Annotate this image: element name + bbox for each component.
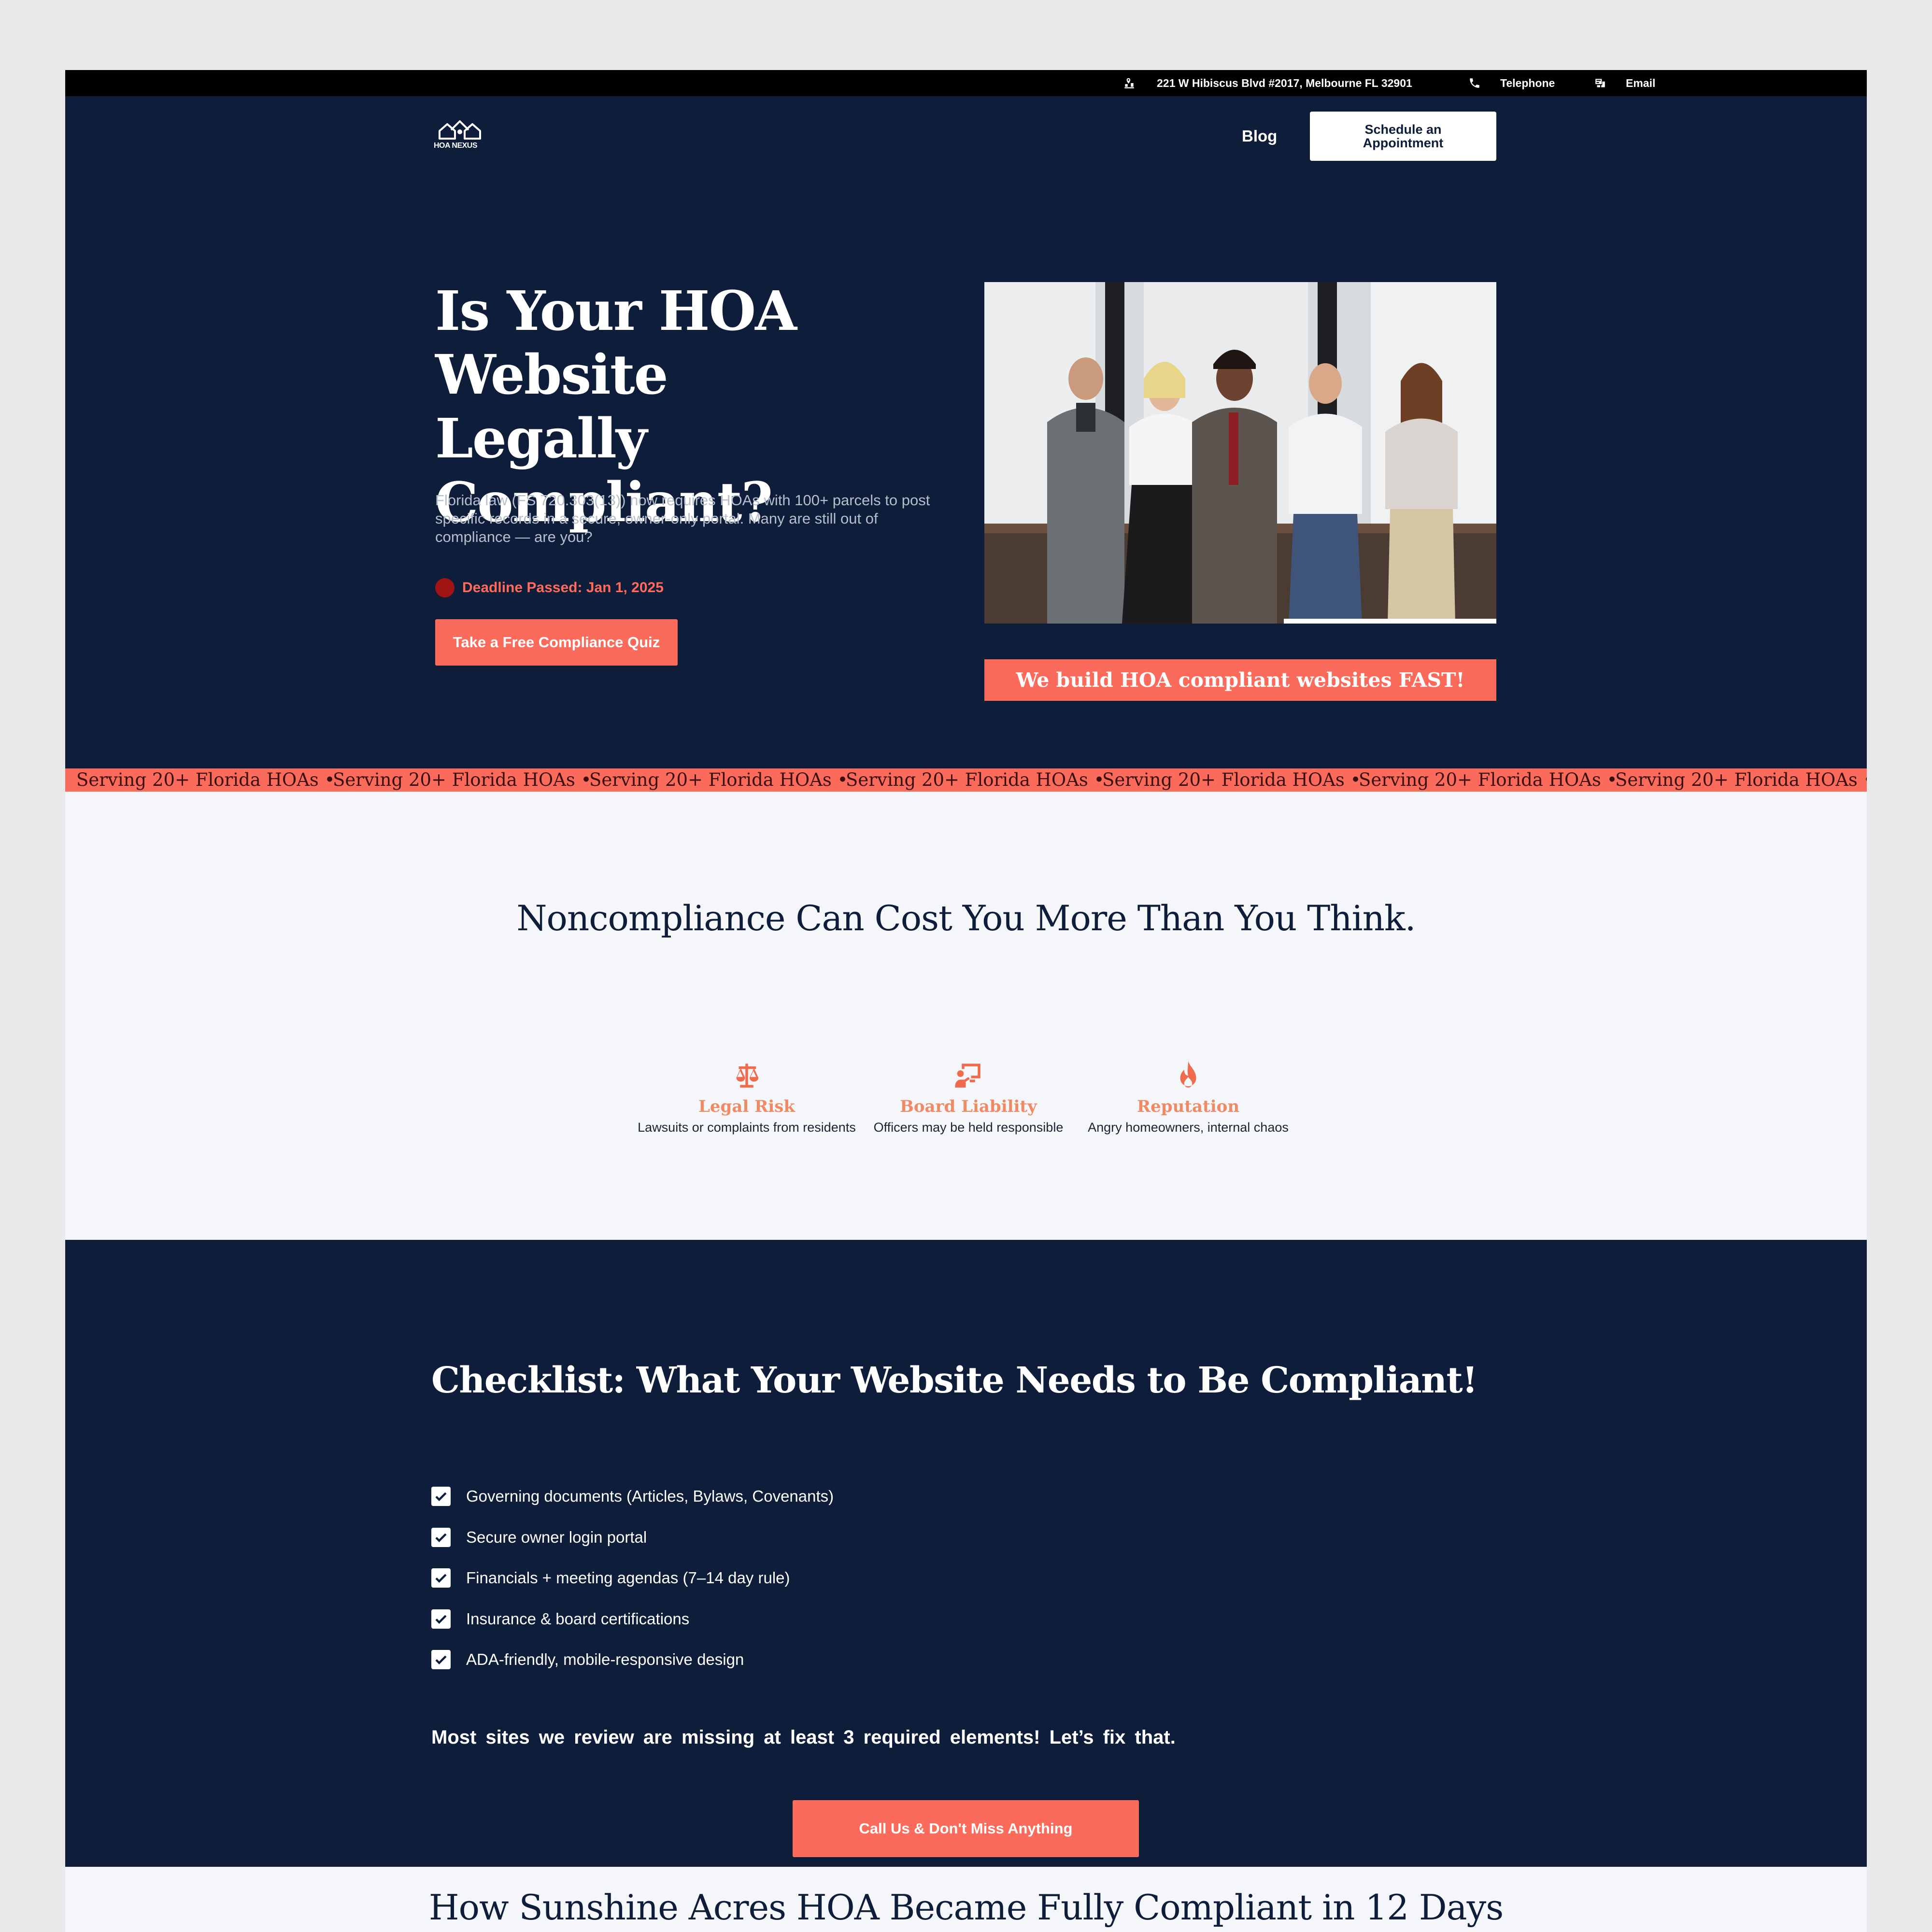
hero-banner: We build HOA compliant websites FAST! — [984, 659, 1496, 701]
email-text: Email — [1626, 76, 1656, 89]
checklist-item-text: Secure owner login portal — [466, 1528, 647, 1546]
map-pin-icon — [1124, 78, 1134, 88]
telephone-link[interactable]: Telephone — [1468, 70, 1555, 96]
top-contact-bar: 221 W Hibiscus Blvd #2017, Melbourne FL … — [65, 70, 1867, 96]
deadline-notice: Deadline Passed: Jan 1, 2025 — [435, 578, 664, 597]
checklist-item-text: Insurance & board certifications — [466, 1610, 690, 1628]
ticker-item: Serving 20+ Florida HOAs • — [1615, 769, 1867, 790]
risk-card-board: Board Liability Officers may be held res… — [867, 1060, 1070, 1135]
telephone-text: Telephone — [1500, 76, 1555, 89]
checkbox-checked-icon — [431, 1609, 451, 1629]
checklist-item: Financials + meeting agendas (7–14 day r… — [431, 1568, 790, 1588]
schedule-appointment-button[interactable]: Schedule an Appointment — [1310, 112, 1496, 161]
checklist-section: Checklist: What Your Website Needs to Be… — [65, 1240, 1867, 1867]
risks-title: Noncompliance Can Cost You More Than You… — [516, 898, 1416, 938]
address-text: 221 W Hibiscus Blvd #2017, Melbourne FL … — [1157, 76, 1412, 89]
risk-card-desc: Angry homeowners, internal chaos — [1088, 1120, 1289, 1135]
checklist-item: ADA-friendly, mobile-responsive design — [431, 1650, 744, 1669]
missing-elements-note: Most sites we review are missing at leas… — [431, 1727, 1176, 1748]
case-study-section: How Sunshine Acres HOA Became Fully Comp… — [65, 1867, 1867, 1932]
nav-blog-link[interactable]: Blog — [1242, 127, 1277, 145]
email-link[interactable]: Email — [1594, 70, 1655, 96]
logo-houses-icon — [439, 120, 481, 140]
checklist-item: Governing documents (Articles, Bylaws, C… — [431, 1487, 834, 1506]
risks-section: Noncompliance Can Cost You More Than You… — [65, 792, 1867, 1240]
risk-card-desc: Lawsuits or complaints from residents — [638, 1120, 856, 1135]
address-link[interactable]: 221 W Hibiscus Blvd #2017, Melbourne FL … — [1123, 70, 1412, 96]
deadline-text: Deadline Passed: Jan 1, 2025 — [462, 580, 664, 596]
case-study-title: How Sunshine Acres HOA Became Fully Comp… — [428, 1887, 1504, 1928]
risk-card-title: Board Liability — [900, 1097, 1037, 1116]
ticker-item: Serving 20+ Florida HOAs • — [589, 769, 848, 790]
risk-card-legal: Legal Risk Lawsuits or complaints from r… — [633, 1060, 860, 1135]
compliance-quiz-button[interactable]: Take a Free Compliance Quiz — [435, 619, 678, 666]
hero-lead-text: Florida law (FS 720.303(13)) now require… — [435, 492, 930, 545]
logo-text: HOA NEXUS — [434, 142, 478, 150]
scale-icon — [736, 1064, 759, 1088]
checklist-item-text: Financials + meeting agendas (7–14 day r… — [466, 1569, 790, 1587]
checkbox-checked-icon — [431, 1487, 451, 1506]
ticker-strip: Serving 20+ Florida HOAs • Serving 20+ F… — [65, 768, 1867, 792]
checkbox-checked-icon — [431, 1568, 451, 1588]
call-us-button[interactable]: Call Us & Don't Miss Anything — [793, 1800, 1139, 1857]
checkbox-checked-icon — [431, 1650, 451, 1669]
board-presentation-icon — [955, 1064, 980, 1088]
ticker-item: Serving 20+ Florida HOAs • — [1102, 769, 1361, 790]
checkbox-checked-icon — [431, 1528, 451, 1547]
fire-icon — [1180, 1061, 1196, 1088]
checklist-item: Secure owner login portal — [431, 1528, 647, 1547]
hero-section: HOA NEXUS Blog Schedule an Appointment I… — [65, 96, 1867, 768]
checklist-item-text: ADA-friendly, mobile-responsive design — [466, 1650, 744, 1668]
team-photo-illustration — [984, 282, 1496, 624]
page-frame: 221 W Hibiscus Blvd #2017, Melbourne FL … — [65, 70, 1867, 1932]
ticker-item: Serving 20+ Florida HOAs • — [846, 769, 1105, 790]
checklist-item-text: Governing documents (Articles, Bylaws, C… — [466, 1487, 834, 1505]
phone-icon — [1470, 78, 1479, 88]
ticker-item: Serving 20+ Florida HOAs • — [76, 769, 335, 790]
checklist-item: Insurance & board certifications — [431, 1609, 689, 1629]
ticker-item: Serving 20+ Florida HOAs • — [1359, 769, 1618, 790]
risk-card-desc: Officers may be held responsible — [873, 1120, 1064, 1135]
logo[interactable]: HOA NEXUS — [434, 118, 492, 152]
risk-card-title: Legal Risk — [698, 1097, 795, 1116]
email-icon — [1595, 79, 1605, 87]
risk-card-title: Reputation — [1136, 1097, 1240, 1116]
red-dot-icon — [435, 578, 455, 597]
checklist-title: Checklist: What Your Website Needs to Be… — [431, 1360, 1478, 1401]
ticker-item: Serving 20+ Florida HOAs • — [333, 769, 592, 790]
risk-card-reputation: Reputation Angry homeowners, internal ch… — [1080, 1060, 1297, 1135]
team-photo — [984, 282, 1496, 624]
